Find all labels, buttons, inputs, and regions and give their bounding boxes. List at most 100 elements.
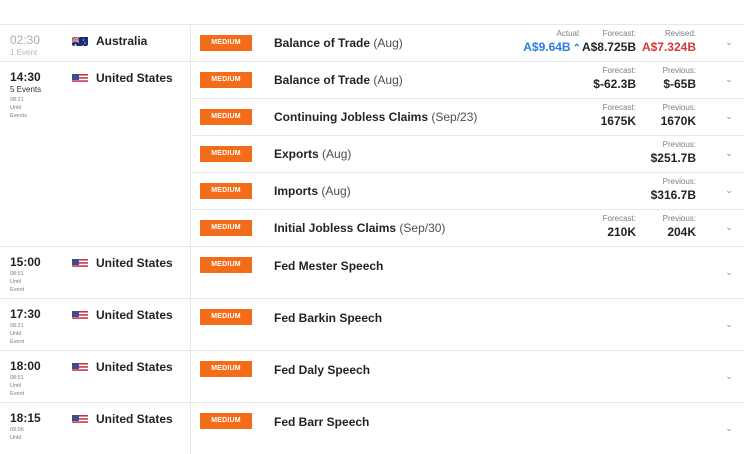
event-title: Fed Barkin Speech [274,311,383,325]
event-row[interactable]: MEDIUM Fed Daly Speech ⌄ [191,351,744,402]
event-title: Imports [274,184,319,198]
event-title: Balance of Trade [274,73,371,87]
chevron-down-icon[interactable]: ⌄ [724,74,734,84]
event-title: Continuing Jobless Claims [274,110,429,124]
impact-badge: MEDIUM [200,146,252,162]
time-country-cell: 18:00 08:51 Until Event United States [0,351,191,402]
country-name: United States [96,71,173,85]
previous-metric-value: $251.7B [650,151,696,165]
chevron-down-icon[interactable]: ⌄ [724,371,734,381]
chevron-down-icon[interactable]: ⌄ [724,319,734,329]
countdown-text: Events [10,113,27,119]
countdown-text: Until [10,279,22,285]
event-name[interactable]: Fed Daly Speech [274,363,370,377]
event-count: 1 Event [10,48,38,57]
event-title: Fed Barr Speech [274,415,370,429]
impact-badge: MEDIUM [200,220,252,236]
event-name[interactable]: Initial Jobless Claims (Sep/30) [274,221,445,235]
forecast-metric-label: Forecast: [602,29,636,38]
event-row[interactable]: MEDIUM Exports (Aug) Previous: $251.7B ⌄ [191,135,744,172]
event-name[interactable]: Balance of Trade (Aug) [274,73,403,87]
countdown-text: 08:21 [10,323,24,329]
previous-metric-label: Previous: [662,214,696,223]
event-rows: MEDIUM Fed Daly Speech ⌄ [191,351,744,402]
event-time: 18:15 [10,411,41,425]
countdown-text: 08:21 [10,97,24,103]
chevron-down-icon[interactable]: ⌄ [724,111,734,121]
event-rows: MEDIUM Fed Barr Speech ⌄ [191,403,744,454]
actual-metric-value: A$9.64B ⌃ [523,40,581,54]
event-name[interactable]: Balance of Trade (Aug) [274,36,403,50]
event-name[interactable]: Continuing Jobless Claims (Sep/23) [274,110,477,124]
time-country-cell: 17:30 08:21 Until Event United States [0,299,191,350]
event-name[interactable]: Fed Barr Speech [274,415,369,429]
revised-metric-label: Revised: [664,29,696,38]
countdown-text: 08:51 [10,271,24,277]
event-row[interactable]: MEDIUM Fed Barkin Speech ⌄ [191,299,744,350]
event-row[interactable]: MEDIUM Balance of Trade (Aug) Forecast: $-6… [191,62,744,98]
previous-metric: Previous: $251.7B [640,140,696,165]
actual-metric-label: Actual: [556,29,581,38]
event-title: Balance of Trade [274,36,371,50]
revised-metric-value: A$7.324B [641,40,696,54]
countdown-text: Until [10,383,22,389]
chevron-down-icon[interactable]: ⌄ [724,148,734,158]
event-name[interactable]: Imports (Aug) [274,184,351,198]
revised-metric: Revised: A$7.324B [640,29,696,54]
previous-metric: Previous: 1670K [640,103,696,128]
forecast-metric-label: Forecast: [602,214,636,223]
previous-metric: Previous: 204K [640,214,696,239]
event-period: (Aug) [373,36,403,50]
impact-badge: MEDIUM [200,309,252,325]
chevron-down-icon[interactable]: ⌄ [724,222,734,232]
event-period: (Aug) [322,147,352,161]
chevron-down-icon[interactable]: ⌄ [724,423,734,433]
economic-calendar-table: 02:30 1 Event Australia MEDIUM Balance of Tr… [0,24,744,454]
previous-metric-value: 1670K [660,114,696,128]
country-name: United States [96,256,173,270]
previous-metric-value: 204K [667,225,696,239]
us-flag-icon [72,72,88,83]
previous-metric: Previous: $-65B [640,66,696,91]
event-row[interactable]: MEDIUM Continuing Jobless Claims (Sep/23)… [191,98,744,135]
forecast-metric-value: $-62.3B [593,77,636,91]
impact-badge: MEDIUM [200,413,252,429]
chevron-down-icon[interactable]: ⌄ [724,37,734,47]
actual-metric: Actual: A$9.64B ⌃ [521,29,581,54]
previous-metric: Previous: $316.7B [640,177,696,202]
forecast-metric: Forecast: 210K [580,214,636,239]
us-flag-icon [72,413,88,424]
event-rows: MEDIUM Fed Mester Speech ⌄ [191,247,744,298]
forecast-metric-value: A$8.725B [581,40,636,54]
event-row[interactable]: MEDIUM Fed Mester Speech ⌄ [191,247,744,298]
previous-metric-value: $316.7B [650,188,696,202]
impact-badge: MEDIUM [200,361,252,377]
event-name[interactable]: Exports (Aug) [274,147,351,161]
chevron-down-icon[interactable]: ⌄ [724,267,734,277]
country-name: United States [96,412,173,426]
previous-metric-label: Previous: [662,177,696,186]
event-title: Fed Daly Speech [274,363,371,377]
impact-badge: MEDIUM [200,35,252,51]
country-name: Australia [96,34,148,48]
time-country-cell: 02:30 1 Event Australia [0,25,191,61]
countdown-text: 09:06 [10,427,24,433]
event-row[interactable]: MEDIUM Fed Barr Speech ⌄ [191,403,744,454]
forecast-metric: Forecast: 1675K [580,103,636,128]
chevron-down-icon[interactable]: ⌄ [724,185,734,195]
event-period: (Aug) [373,73,403,87]
event-row[interactable]: MEDIUM Balance of Trade (Aug) Actual: A$9.6… [191,25,744,61]
event-name[interactable]: Fed Barkin Speech [274,311,382,325]
event-rows: MEDIUM Balance of Trade (Aug) Forecast: $-6… [191,62,744,246]
countdown-text: Until [10,435,22,441]
event-row[interactable]: MEDIUM Initial Jobless Claims (Sep/30) For… [191,209,744,246]
event-group: 15:00 08:51 Until Event United States MEDIUM F… [0,246,744,298]
event-count: 5 Events [10,85,42,94]
forecast-metric-label: Forecast: [602,103,636,112]
event-time: 02:30 [10,33,41,47]
countdown-text: Event [10,287,25,293]
event-name[interactable]: Fed Mester Speech [274,259,383,273]
country-name: United States [96,308,173,322]
countdown-text: 08:51 [10,375,24,381]
event-row[interactable]: MEDIUM Imports (Aug) Previous: $316.7B ⌄ [191,172,744,209]
